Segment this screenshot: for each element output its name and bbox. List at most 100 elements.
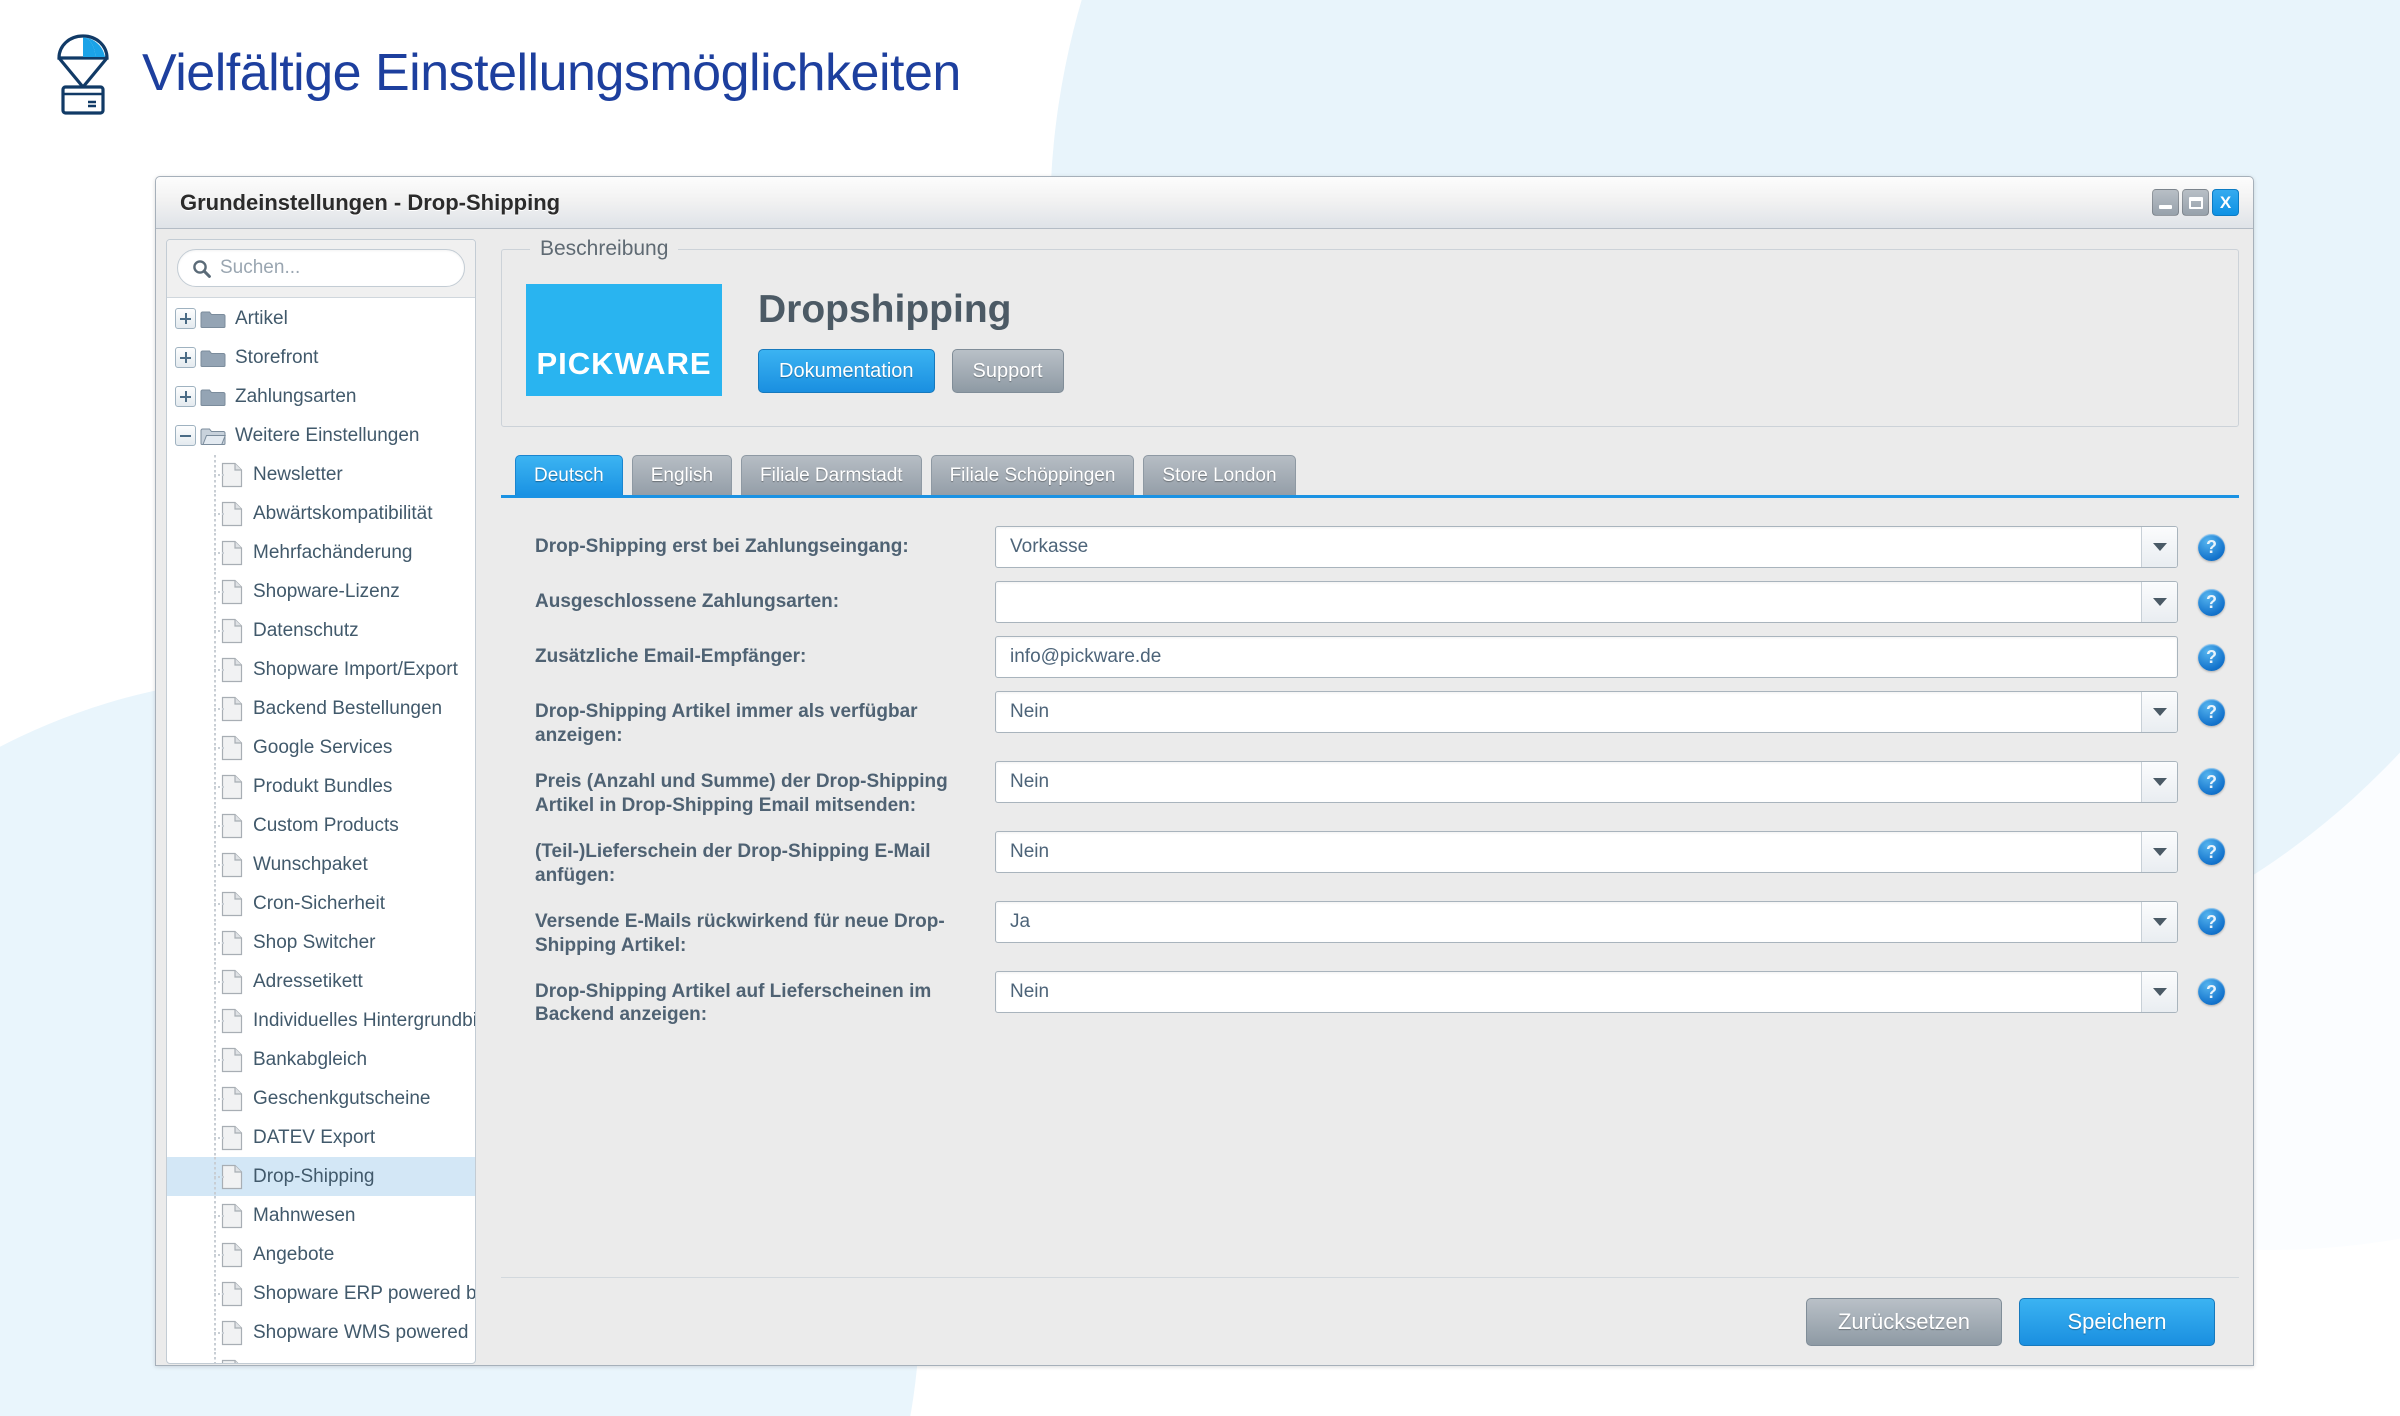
tree-item-adressetikett[interactable]: Adressetikett: [167, 962, 475, 1001]
tab-store-london[interactable]: Store London: [1143, 455, 1296, 495]
tree-guide: [207, 1274, 224, 1313]
tab-english[interactable]: English: [631, 455, 733, 495]
help-icon[interactable]: ?: [2198, 768, 2225, 796]
tree-item-label: Bankabgleich: [253, 1048, 368, 1070]
maximize-icon: [2188, 196, 2203, 209]
tree-item-artikel[interactable]: Artikel: [167, 299, 475, 338]
help-icon[interactable]: ?: [2198, 838, 2225, 866]
file-icon: [221, 969, 243, 994]
tree-item-storefront[interactable]: Storefront: [167, 338, 475, 377]
combobox[interactable]: Ja: [995, 900, 2178, 943]
description-buttons: Dokumentation Support: [758, 349, 1064, 393]
file-icon: [221, 1008, 243, 1033]
combobox[interactable]: Nein: [995, 830, 2178, 873]
dropdown-trigger[interactable]: [2141, 527, 2177, 567]
form-row: Zusätzliche Email-Empfänger: info@pickwa…: [501, 636, 2239, 678]
search-field[interactable]: [177, 249, 465, 287]
tree-item-label: Artikel: [235, 307, 288, 329]
combobox[interactable]: Nein: [995, 691, 2178, 733]
tree-item-backend-bestellungen[interactable]: Backend Bestellungen: [167, 689, 475, 728]
tree-item-bankabgleich[interactable]: Bankabgleich: [167, 1040, 475, 1079]
tree-item-google-services[interactable]: Google Services: [167, 728, 475, 767]
tree-item-datev-export[interactable]: DATEV Export: [167, 1118, 475, 1157]
dropdown-trigger[interactable]: [2141, 901, 2177, 942]
tree-item-mehrfach-nderung[interactable]: Mehrfachänderung: [167, 533, 475, 572]
tree-item-zahlungsarten[interactable]: Zahlungsarten: [167, 377, 475, 416]
settings-tree[interactable]: Artikel Storefront Zahlungsarten Weitere…: [167, 298, 475, 1363]
description-text: Dropshipping Dokumentation Support: [758, 284, 1064, 393]
tree-item-shopware-pos-powered-by-pi[interactable]: Shopware POS powered by Pi: [167, 1352, 475, 1363]
tree-item-geschenkgutscheine[interactable]: Geschenkgutscheine: [167, 1079, 475, 1118]
collapse-icon[interactable]: [175, 425, 196, 446]
tree-guide: [207, 1001, 224, 1040]
tree-item-label: Wunschpaket: [253, 853, 368, 875]
expand-icon[interactable]: [175, 347, 196, 368]
tree-item-individuelles-hintergrundbild-u[interactable]: Individuelles Hintergrundbild u: [167, 1001, 475, 1040]
pickware-logo-text: PICKWARE: [536, 346, 712, 381]
tree-item-shopware-wms-powered-by-p[interactable]: Shopware WMS powered by P: [167, 1313, 475, 1352]
support-button[interactable]: Support: [951, 349, 1064, 393]
dropdown-trigger[interactable]: [2141, 692, 2177, 732]
tree-item-produkt-bundles[interactable]: Produkt Bundles: [167, 767, 475, 806]
tree-item-shopware-lizenz[interactable]: Shopware-Lizenz: [167, 572, 475, 611]
window-title: Grundeinstellungen - Drop-Shipping: [180, 189, 561, 215]
tree-item-label: Angebote: [253, 1243, 335, 1265]
dropdown-trigger[interactable]: [2141, 582, 2177, 622]
dropdown-trigger[interactable]: [2141, 971, 2177, 1012]
file-icon: [221, 1047, 243, 1072]
tree-item-label: DATEV Export: [253, 1126, 376, 1148]
window-titlebar[interactable]: Grundeinstellungen - Drop-Shipping X: [156, 177, 2253, 229]
close-button[interactable]: X: [2212, 189, 2239, 216]
tree-item-weitere-einstellungen[interactable]: Weitere Einstellungen: [167, 416, 475, 455]
search-input[interactable]: [220, 257, 450, 279]
help-icon[interactable]: ?: [2198, 643, 2225, 671]
dropdown-trigger[interactable]: [2141, 831, 2177, 872]
combobox[interactable]: Vorkasse: [995, 526, 2178, 568]
maximize-button[interactable]: [2182, 189, 2209, 216]
tree-item-custom-products[interactable]: Custom Products: [167, 806, 475, 845]
field-label: Drop-Shipping Artikel auf Lieferscheinen…: [535, 980, 932, 1026]
settings-sidebar: Artikel Storefront Zahlungsarten Weitere…: [166, 239, 476, 1364]
tab-deutsch[interactable]: Deutsch: [515, 455, 623, 495]
help-icon[interactable]: ?: [2198, 698, 2225, 726]
expand-icon[interactable]: [175, 386, 196, 407]
plugin-title: Dropshipping: [758, 288, 1012, 331]
tree-item-shopware-import-export[interactable]: Shopware Import/Export: [167, 650, 475, 689]
tree-item-datenschutz[interactable]: Datenschutz: [167, 611, 475, 650]
tree-item-angebote[interactable]: Angebote: [167, 1235, 475, 1274]
combobox[interactable]: Nein: [995, 760, 2178, 803]
combobox[interactable]: [995, 581, 2178, 623]
language-tabs[interactable]: Deutsch English Filiale Darmstadt Filiale S…: [501, 455, 2239, 495]
tree-item-newsletter[interactable]: Newsletter: [167, 455, 475, 494]
zur-cksetzen-button[interactable]: Zurücksetzen: [1806, 1297, 2002, 1346]
help-icon[interactable]: ?: [2198, 533, 2225, 561]
file-icon: [221, 852, 243, 877]
tree-item-shopware-erp-powered-by-pi[interactable]: Shopware ERP powered by Pi: [167, 1274, 475, 1313]
chevron-down-icon: [2152, 598, 2167, 606]
dropdown-trigger[interactable]: [2141, 761, 2177, 802]
text-input[interactable]: info@pickware.de: [995, 636, 2178, 678]
tree-item-drop-shipping[interactable]: Drop-Shipping: [167, 1157, 475, 1196]
minimize-button[interactable]: [2152, 189, 2179, 216]
dokumentation-button[interactable]: Dokumentation: [758, 349, 935, 393]
tree-item-shop-switcher[interactable]: Shop Switcher: [167, 923, 475, 962]
tree-item-label: Shopware-Lizenz: [253, 580, 400, 602]
expand-icon[interactable]: [175, 308, 196, 329]
tree-item-abw-rtskompatibilit-t[interactable]: Abwärtskompatibilität: [167, 494, 475, 533]
help-icon[interactable]: ?: [2198, 588, 2225, 616]
tab-filiale-darmstadt[interactable]: Filiale Darmstadt: [741, 455, 922, 495]
help-icon[interactable]: ?: [2198, 908, 2225, 936]
chevron-down-icon: [2152, 708, 2167, 716]
tree-item-label: Shopware POS powered by Pi: [253, 1361, 475, 1364]
tree-guide: [207, 533, 224, 572]
tree-item-cron-sicherheit[interactable]: Cron-Sicherheit: [167, 884, 475, 923]
combobox[interactable]: Nein: [995, 970, 2178, 1013]
tab-filiale-sch-ppingen[interactable]: Filiale Schöppingen: [930, 455, 1135, 495]
tree-item-wunschpaket[interactable]: Wunschpaket: [167, 845, 475, 884]
field-wrap: Ja ?: [995, 900, 2225, 943]
speichern-button[interactable]: Speichern: [2019, 1297, 2215, 1346]
tree-item-mahnwesen[interactable]: Mahnwesen: [167, 1196, 475, 1235]
pickware-logo: PICKWARE: [526, 284, 722, 396]
file-icon: [221, 501, 243, 526]
help-icon[interactable]: ?: [2198, 978, 2225, 1005]
